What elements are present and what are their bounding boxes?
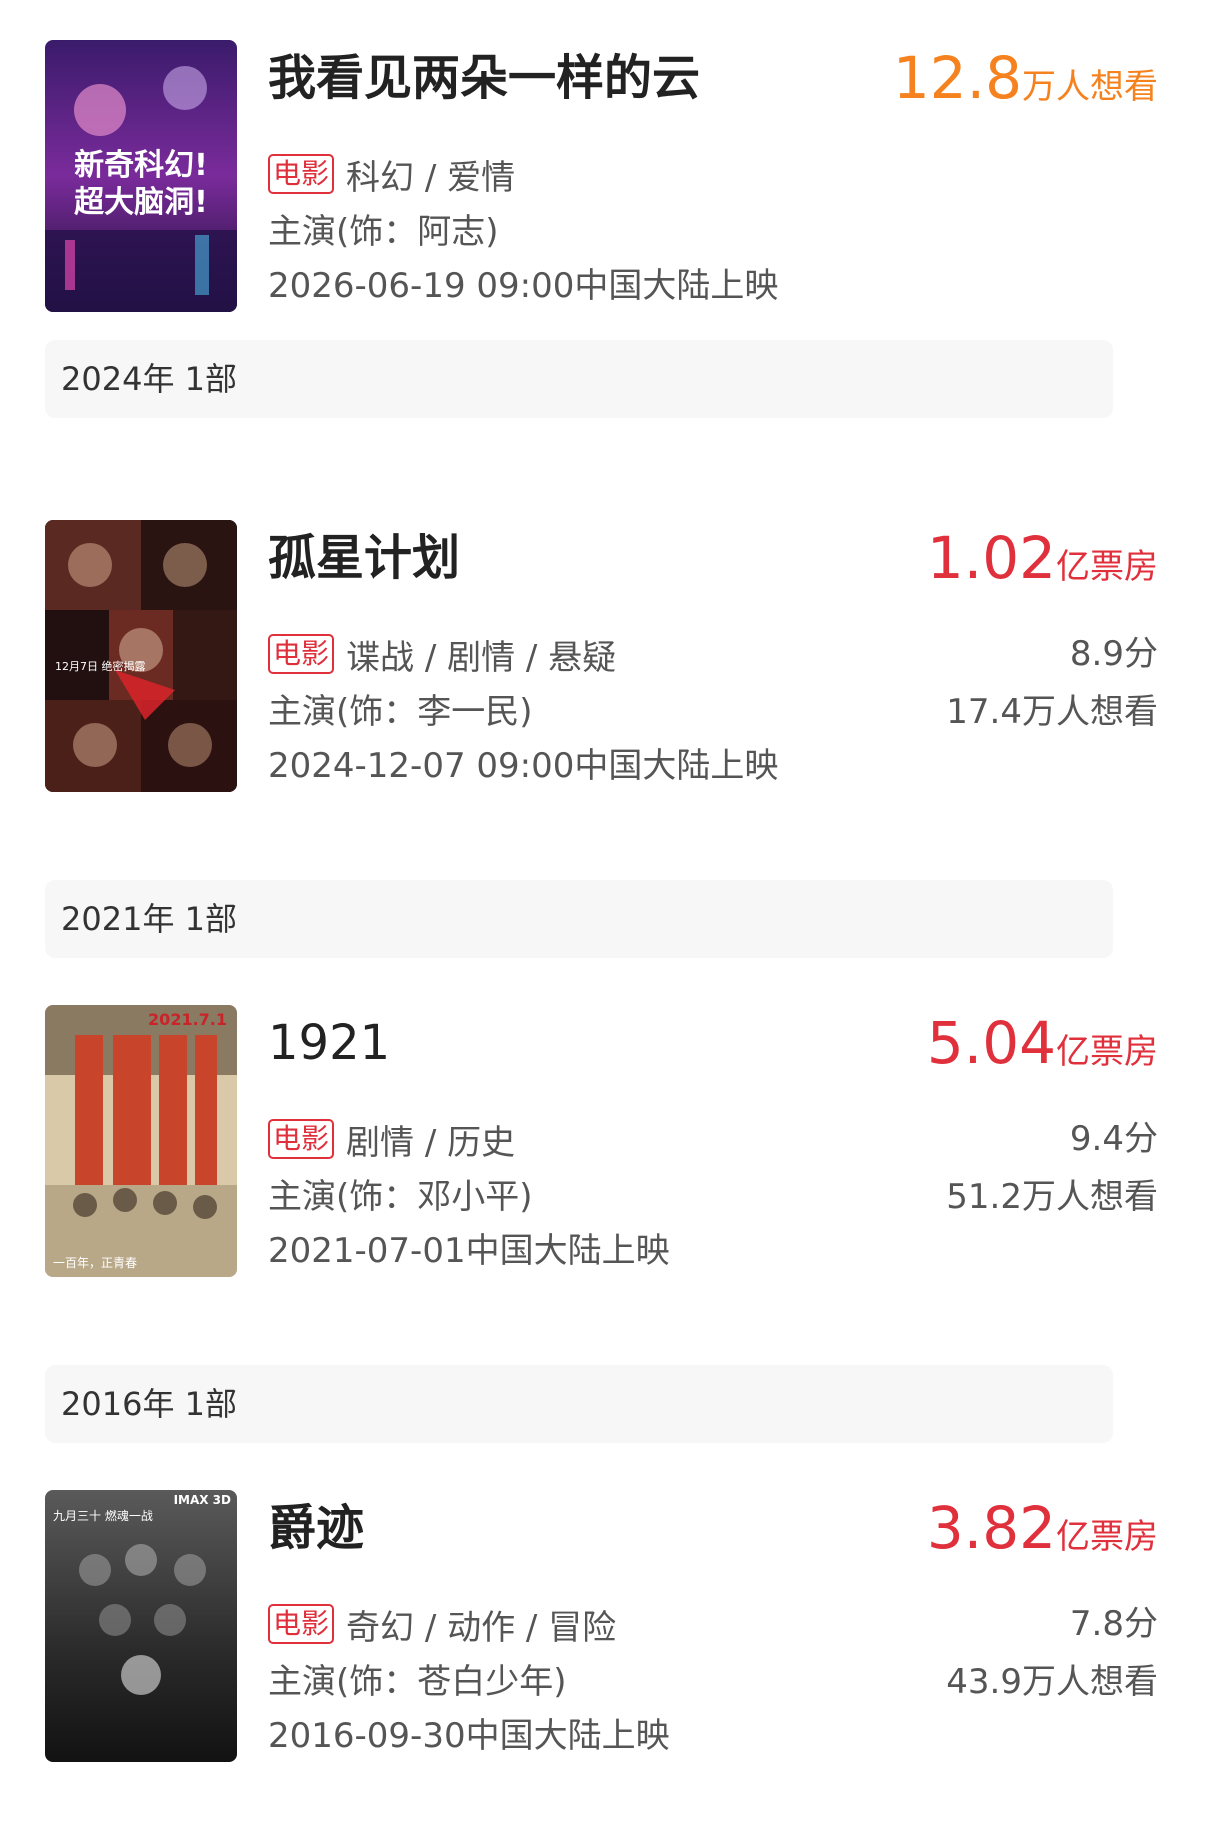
genre-text: 谍战 / 剧情 / 悬疑 — [346, 637, 617, 678]
movie-poster[interactable]: 12月7日 绝密揭露 — [45, 520, 237, 792]
release-date: 2026-06-19 09:00中国大陆上映 — [268, 266, 779, 306]
cast-role: 主演(饰：苍白少年) — [268, 1662, 567, 1702]
release-date: 2016-09-30中国大陆上映 — [268, 1716, 670, 1756]
cast-role: 主演(饰：李一民) — [268, 692, 533, 732]
cast-role: 主演(饰：邓小平) — [268, 1177, 533, 1217]
type-badge: 电影 — [268, 634, 335, 674]
movie-item[interactable]: IMAX 3D 九月三十 燃魂一战 爵迹 3.82亿票房 电影 奇幻 / 动作 … — [0, 1490, 1206, 1762]
genre-text: 剧情 / 历史 — [346, 1122, 516, 1163]
rating-score: 7.8分 — [1069, 1604, 1158, 1644]
movie-title[interactable]: 1921 — [268, 1013, 390, 1073]
box-office-unit: 亿票房 — [1056, 1032, 1158, 1072]
type-badge: 电影 — [268, 1119, 335, 1159]
want-to-see-count: 17.4万人想看 — [946, 692, 1158, 732]
release-date: 2024-12-07 09:00中国大陆上映 — [268, 746, 779, 786]
poster-image: IMAX 3D 九月三十 燃魂一战 — [45, 1490, 237, 1762]
poster-image: 新奇科幻! 超大脑洞! — [45, 40, 237, 312]
year-label: 2024年 1部 — [61, 360, 237, 398]
movie-title[interactable]: 孤星计划 — [268, 528, 460, 588]
year-header: 2024年 1部 — [45, 340, 1113, 418]
want-to-see-count: 12.8万人想看 — [893, 44, 1158, 121]
want-to-see-value: 12.8 — [892, 44, 1022, 112]
box-office: 3.82亿票房 — [927, 1494, 1158, 1571]
poster-text: 新奇科幻! — [74, 148, 208, 183]
want-to-see-count: 43.9万人想看 — [946, 1662, 1158, 1702]
movie-item[interactable]: 新奇科幻! 超大脑洞! 我看见两朵一样的云 12.8万人想看 电影 科幻 / 爱… — [0, 40, 1206, 312]
poster-image: 12月7日 绝密揭露 — [45, 520, 237, 792]
box-office-value: 3.82 — [926, 1494, 1056, 1562]
poster-text: IMAX 3D — [174, 1493, 231, 1507]
movie-poster[interactable]: 2021.7.1 一百年，正青春 — [45, 1005, 237, 1277]
movie-poster[interactable]: 新奇科幻! 超大脑洞! — [45, 40, 237, 312]
poster-text: 2021.7.1 — [148, 1010, 227, 1029]
type-badge: 电影 — [268, 154, 335, 194]
want-to-see-unit: 万人想看 — [1022, 67, 1158, 107]
cast-role: 主演(饰：阿志) — [268, 212, 499, 252]
movie-item[interactable]: 12月7日 绝密揭露 孤星计划 1.02亿票房 电影 谍战 / 剧情 / 悬疑 … — [0, 520, 1206, 792]
year-label: 2016年 1部 — [61, 1385, 237, 1423]
genre-line: 电影 剧情 / 历史 — [268, 1117, 516, 1163]
poster-text: 超大脑洞! — [74, 185, 208, 220]
movie-poster[interactable]: IMAX 3D 九月三十 燃魂一战 — [45, 1490, 237, 1762]
poster-text: 一百年，正青春 — [53, 1256, 137, 1270]
release-date: 2021-07-01中国大陆上映 — [268, 1231, 670, 1271]
box-office-value: 1.02 — [926, 524, 1056, 592]
rating-score: 8.9分 — [1069, 634, 1158, 674]
movie-title[interactable]: 爵迹 — [268, 1498, 364, 1558]
poster-image: 2021.7.1 一百年，正青春 — [45, 1005, 237, 1277]
box-office: 1.02亿票房 — [927, 524, 1158, 601]
box-office: 5.04亿票房 — [927, 1009, 1158, 1086]
poster-text: 九月三十 燃魂一战 — [53, 1508, 153, 1523]
movie-item[interactable]: 2021.7.1 一百年，正青春 1921 5.04亿票房 电影 剧情 / 历史… — [0, 1005, 1206, 1277]
genre-line: 电影 科幻 / 爱情 — [268, 152, 516, 198]
genre-text: 奇幻 / 动作 / 冒险 — [346, 1607, 617, 1648]
poster-text: 12月7日 绝密揭露 — [55, 659, 146, 673]
year-header: 2016年 1部 — [45, 1365, 1113, 1443]
genre-line: 电影 谍战 / 剧情 / 悬疑 — [268, 632, 617, 678]
year-label: 2021年 1部 — [61, 900, 237, 938]
rating-score: 9.4分 — [1069, 1119, 1158, 1159]
type-badge: 电影 — [268, 1604, 335, 1644]
box-office-value: 5.04 — [926, 1009, 1056, 1077]
want-to-see-count: 51.2万人想看 — [946, 1177, 1158, 1217]
genre-text: 科幻 / 爱情 — [346, 157, 516, 198]
box-office-unit: 亿票房 — [1056, 547, 1158, 587]
movie-title[interactable]: 我看见两朵一样的云 — [268, 48, 700, 108]
box-office-unit: 亿票房 — [1056, 1517, 1158, 1557]
year-header: 2021年 1部 — [45, 880, 1113, 958]
genre-line: 电影 奇幻 / 动作 / 冒险 — [268, 1602, 617, 1648]
